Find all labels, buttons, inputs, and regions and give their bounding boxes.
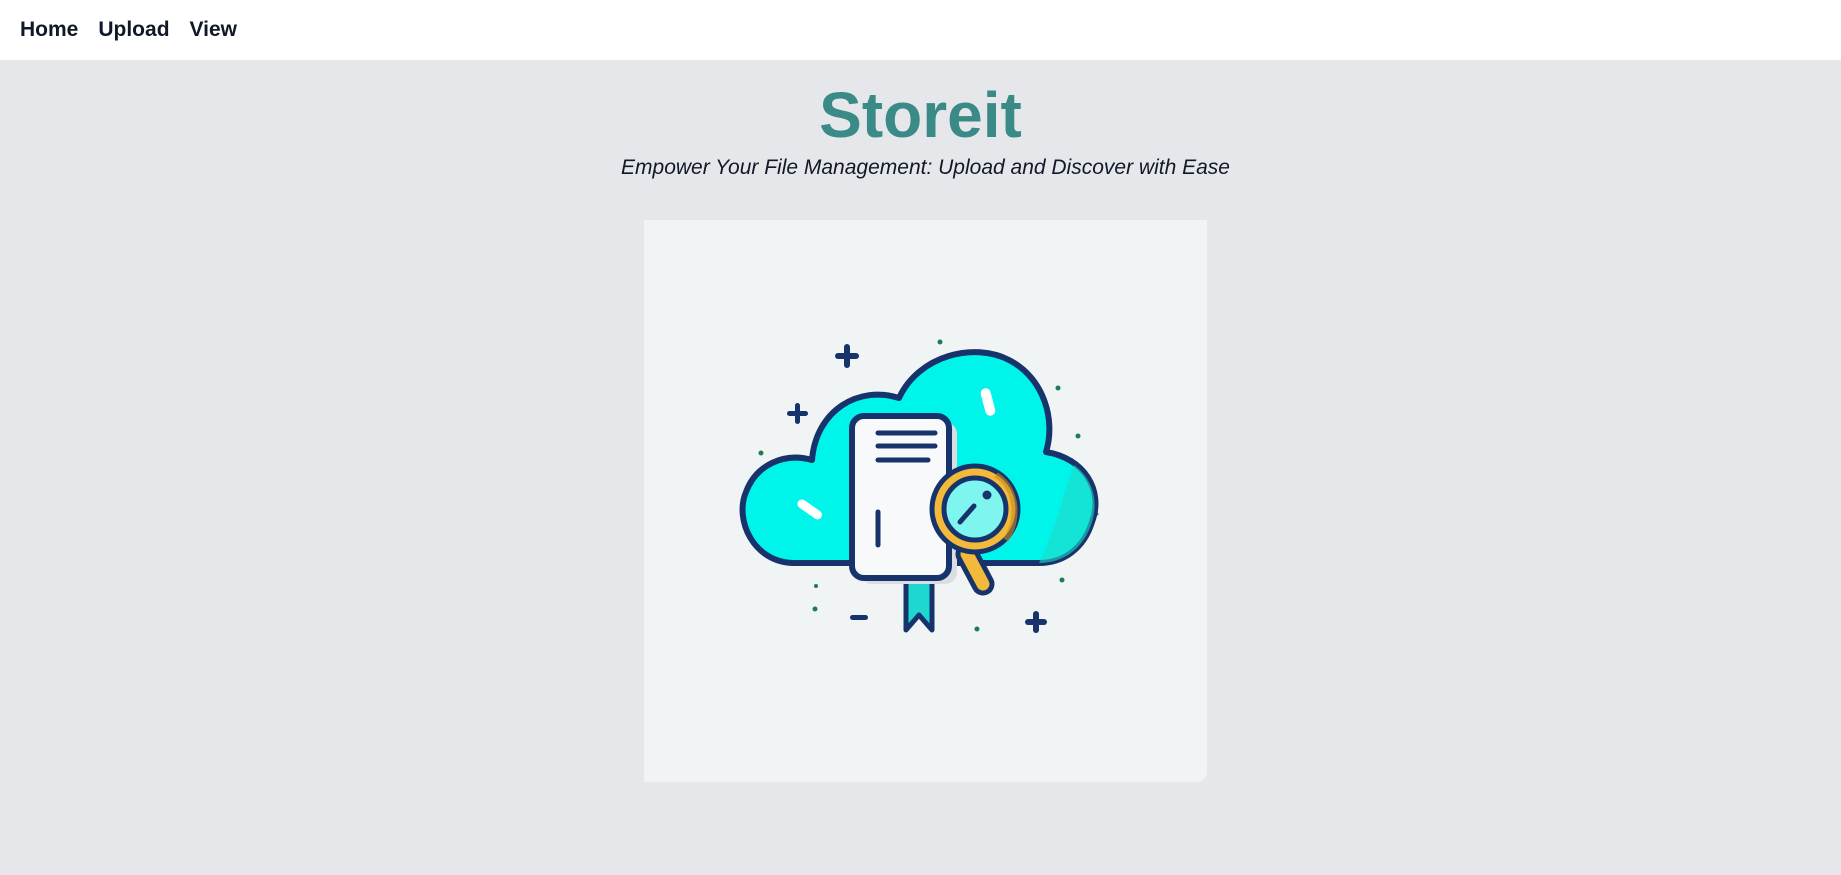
nav-link-home[interactable]: Home [20, 18, 78, 42]
nav-link-upload[interactable]: Upload [98, 18, 169, 42]
nav-link-view[interactable]: View [190, 18, 237, 42]
page-subtitle: Empower Your File Management: Upload and… [621, 156, 1230, 179]
ribbon-shape [903, 577, 935, 633]
hero-illustration [644, 220, 1207, 782]
cloud-document-search-icon [739, 339, 1099, 633]
top-navbar: Home Upload View [0, 0, 1841, 60]
page-title: Storeit [819, 79, 1022, 151]
